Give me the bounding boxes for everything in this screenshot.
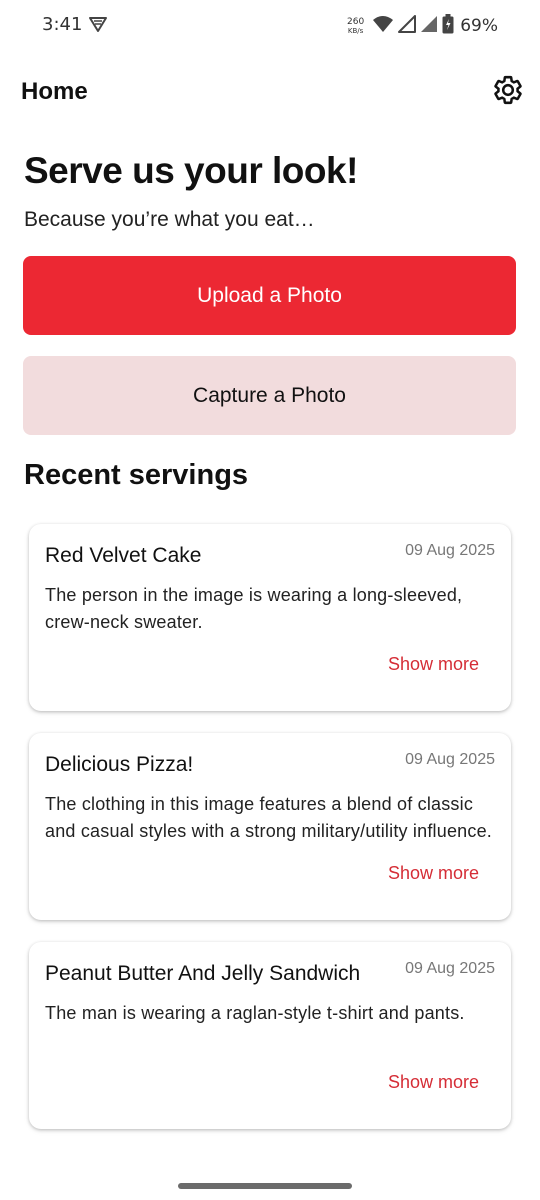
hero-title: Serve us your look!: [24, 150, 358, 191]
status-bar: 3:41 260 KB/s 69%: [0, 0, 540, 52]
network-speed-unit: KB/s: [347, 26, 364, 35]
show-more-link[interactable]: Show more: [388, 863, 479, 884]
show-more-link[interactable]: Show more: [388, 654, 479, 675]
serving-card[interactable]: Delicious Pizza! 09 Aug 2025 The clothin…: [29, 733, 511, 920]
serving-date: 09 Aug 2025: [405, 960, 495, 977]
battery-percent: 69%: [460, 16, 498, 36]
page-title: Home: [21, 78, 88, 105]
upload-photo-label: Upload a Photo: [197, 283, 342, 307]
serving-date: 09 Aug 2025: [405, 751, 495, 768]
recent-servings-title: Recent servings: [24, 459, 249, 491]
capture-photo-label: Capture a Photo: [193, 383, 346, 407]
signal-icon-2: [420, 15, 438, 38]
serving-description: The clothing in this image features a bl…: [45, 794, 492, 841]
serving-card[interactable]: Peanut Butter And Jelly Sandwich 09 Aug …: [29, 942, 511, 1129]
serving-description: The person in the image is wearing a lon…: [45, 585, 463, 632]
serving-title: Delicious Pizza!: [45, 753, 194, 776]
network-speed: 260 KB/s: [347, 16, 365, 35]
wifi-icon: [372, 15, 394, 38]
serving-card[interactable]: Red Velvet Cake 09 Aug 2025 The person i…: [29, 524, 511, 711]
status-time: 3:41: [42, 14, 83, 35]
upload-photo-button[interactable]: Upload a Photo: [23, 256, 516, 335]
gear-icon: [494, 75, 522, 105]
serving-title: Red Velvet Cake: [45, 544, 202, 567]
app-header: Home: [0, 68, 540, 114]
hero-subtitle: Because you’re what you eat…: [24, 208, 315, 231]
serving-title: Peanut Butter And Jelly Sandwich: [45, 962, 361, 985]
battery-icon: [442, 13, 454, 39]
show-more-link[interactable]: Show more: [388, 1072, 479, 1093]
vpn-icon: [88, 14, 108, 34]
serving-description: The man is wearing a raglan-style t-shir…: [45, 1003, 465, 1023]
serving-date: 09 Aug 2025: [405, 542, 495, 559]
signal-icon: [398, 14, 417, 38]
network-speed-value: 260: [347, 16, 365, 27]
capture-photo-button[interactable]: Capture a Photo: [23, 356, 516, 435]
status-icons: 260 KB/s 69%: [347, 13, 498, 39]
home-indicator[interactable]: [178, 1183, 352, 1189]
settings-button[interactable]: [492, 74, 524, 106]
